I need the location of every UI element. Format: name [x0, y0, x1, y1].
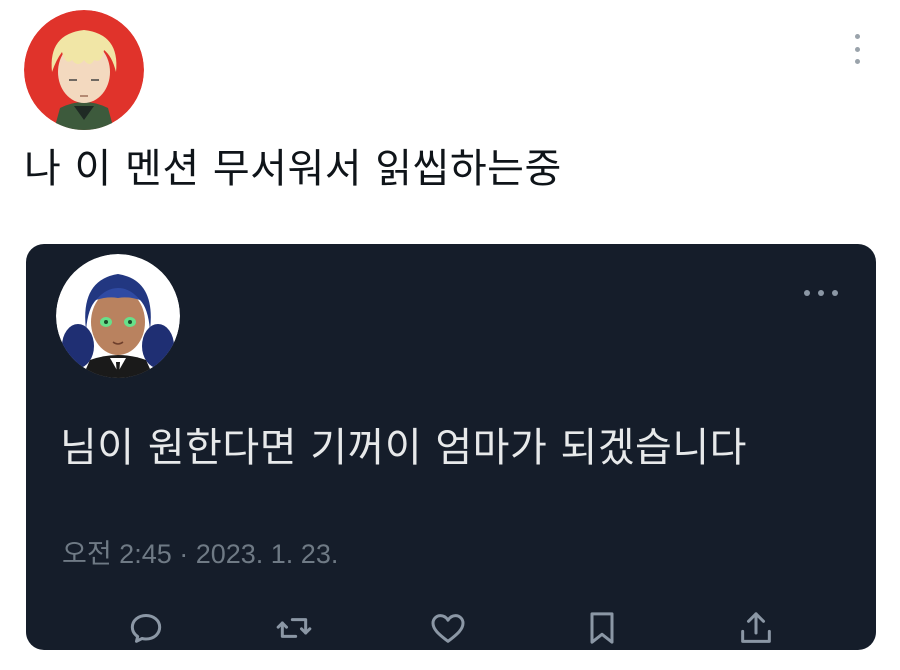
more-horizontal-icon[interactable] — [804, 286, 838, 300]
quoted-avatar[interactable] — [56, 254, 180, 378]
share-icon — [741, 612, 771, 643]
quoted-tweet-card[interactable]: 님이 원한다면 기꺼이 엄마가 되겠습니다 오전 2:45 · 2023. 1.… — [26, 244, 876, 650]
reply-icon — [130, 614, 162, 643]
bookmark-button[interactable] — [580, 608, 624, 650]
quoted-tweet-text: 님이 원한다면 기꺼이 엄마가 되겠습니다 — [60, 425, 747, 471]
retweet-button[interactable] — [272, 608, 316, 650]
like-button[interactable] — [426, 608, 470, 650]
navy-haired-character-avatar-image — [56, 254, 180, 378]
action-bar — [26, 604, 876, 650]
blonde-character-avatar-image — [24, 10, 144, 130]
heart-icon — [431, 614, 465, 643]
bookmark-icon — [590, 612, 614, 644]
reply-button[interactable] — [124, 608, 168, 650]
avatar[interactable] — [24, 10, 144, 130]
retweet-icon — [276, 618, 312, 638]
tweet-text: 나 이 멘션 무서워서 읽씹하는중 — [24, 146, 562, 192]
share-button[interactable] — [734, 608, 778, 650]
timestamp[interactable]: 오전 2:45 · 2023. 1. 23. — [62, 536, 338, 572]
more-vertical-icon[interactable] — [848, 34, 866, 64]
